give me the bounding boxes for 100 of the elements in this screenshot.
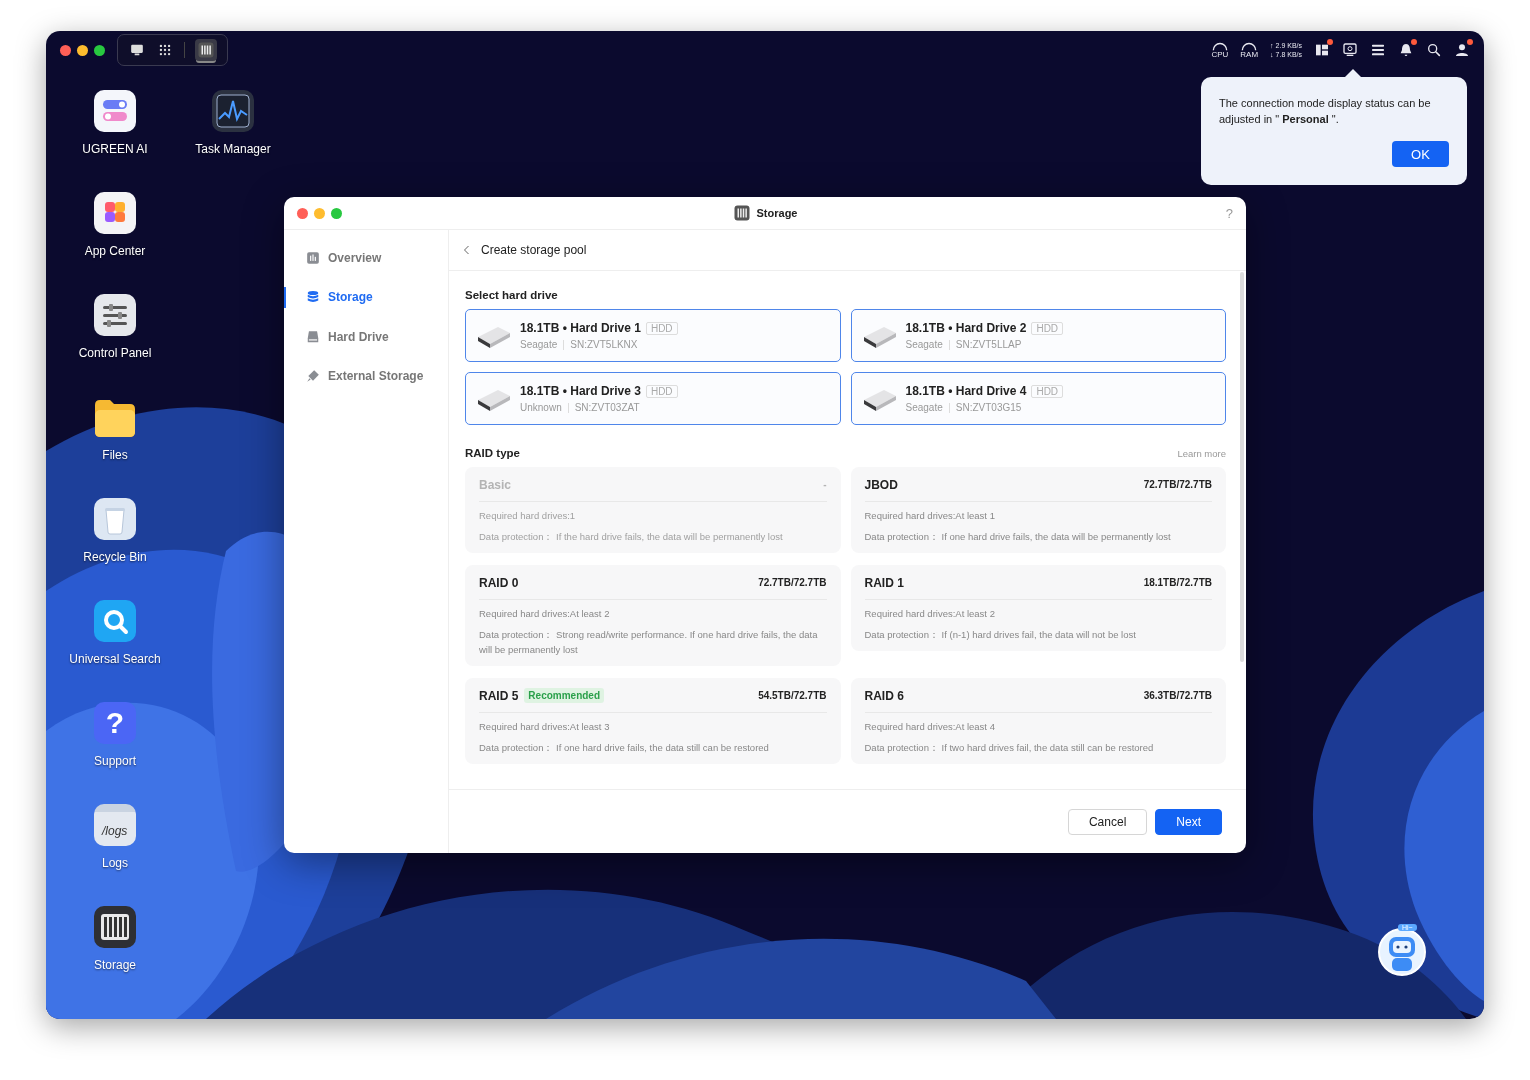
app-icon <box>93 905 137 949</box>
section-title: Select hard drive <box>465 289 559 301</box>
monitor-icon <box>1342 42 1358 58</box>
app-icon[interactable]: ? <box>94 702 136 744</box>
app-icon <box>93 89 137 133</box>
notification-dot <box>1411 39 1417 45</box>
app-label[interactable]: Files <box>102 448 128 462</box>
tray-button[interactable] <box>1426 42 1442 58</box>
drive-icon <box>306 329 320 344</box>
app-label[interactable]: Control Panel <box>78 346 152 360</box>
tray-button[interactable] <box>1398 42 1414 58</box>
required-drives-text: Required hard drives:At least 2 <box>864 607 996 621</box>
raid-option-card[interactable]: RAID 1 18.1TB/72.7TB Required hard drives:At least 2 Data protection： If (n-1) hard drives fail, the data will not be lost <box>850 565 1226 651</box>
tray-button[interactable] <box>1454 42 1470 58</box>
drive-vendor: Unknown <box>520 402 562 413</box>
scrollbar[interactable] <box>1240 272 1244 662</box>
sidebar-item[interactable]: Overview <box>284 238 448 278</box>
app-icon <box>93 599 137 643</box>
panel-icon <box>1314 42 1330 58</box>
tray-button[interactable] <box>1342 42 1358 58</box>
chart-icon <box>306 250 320 265</box>
app-icon[interactable]: /logs <box>94 804 136 846</box>
data-protection-text: Data protection： Strong read/write performance. If one hard drive fails, the data will be permanently lost <box>479 628 819 657</box>
app-label[interactable]: Logs <box>102 856 128 870</box>
sidebar-item[interactable]: Hard Drive <box>284 317 448 357</box>
raid-capacity: - <box>823 479 827 490</box>
robot-mascot-icon <box>1378 928 1426 976</box>
bell-icon <box>1398 42 1414 58</box>
raid-name: JBOD <box>864 477 898 492</box>
app-label[interactable]: App Center <box>84 244 146 258</box>
sidebar-item[interactable]: Storage <box>284 277 448 317</box>
drive-type-tag: HDD <box>645 321 678 335</box>
raid-option-card[interactable]: RAID 5 Recommended 54.5TB/72.7TB Required hard drives:At least 3 Data protection： If one hard drive fails, the data still can be restored <box>465 678 841 764</box>
app-label[interactable]: Task Manager <box>195 142 271 156</box>
notification-dot <box>1327 39 1333 45</box>
app-icon <box>211 89 255 133</box>
drive-serial: SN:ZVT03ZAT <box>574 402 640 413</box>
app-label[interactable]: Support <box>94 754 136 768</box>
drive-vendor: Seagate <box>905 402 943 413</box>
monitor-icon <box>130 43 144 57</box>
app-label[interactable]: Recycle Bin <box>83 550 147 564</box>
cpu-gauge[interactable]: CPU <box>1211 41 1229 59</box>
app-grid-icon <box>158 43 172 57</box>
sidebar-item[interactable]: External Storage <box>284 356 448 396</box>
storage-icon <box>732 204 751 222</box>
drive-type-tag: HDD <box>1031 384 1064 398</box>
search-icon <box>1426 42 1442 58</box>
required-drives-text: Required hard drives:1 <box>479 509 577 523</box>
required-drives-text: Required hard drives:At least 3 <box>479 720 611 734</box>
drive-vendor: Seagate <box>520 339 558 350</box>
next-button[interactable]: Next <box>1155 808 1222 835</box>
raid-option-card[interactable]: JBOD 72.7TB/72.7TB Required hard drives:At least 1 Data protection： If one hard drive fails, the data will be permanently lost <box>850 467 1226 553</box>
popover-text: The connection mode display status can be adjusted in " Personal ". <box>1219 96 1432 127</box>
drive-serial: SN:ZVT5LLAP <box>955 339 1022 350</box>
required-drives-text: Required hard drives:At least 4 <box>864 720 996 734</box>
raid-option-card[interactable]: RAID 6 36.3TB/72.7TB Required hard drives:At least 4 Data protection： If two hard drives fail, the data still can be restored <box>850 678 1226 764</box>
close-button[interactable] <box>297 207 308 219</box>
minimize-button[interactable] <box>77 44 88 56</box>
page-title: Create storage pool <box>481 243 587 257</box>
raid-name: RAID 5 <box>479 688 519 703</box>
drive-type-tag: HDD <box>1031 321 1064 335</box>
app-icon <box>93 497 137 541</box>
app-label[interactable]: Storage <box>94 958 136 972</box>
raid-name: Basic <box>479 477 512 492</box>
toolbar-button[interactable] <box>195 39 217 61</box>
tray-button[interactable] <box>1370 42 1386 58</box>
cancel-button[interactable]: Cancel <box>1067 808 1148 835</box>
drive-name: 18.1TB • Hard Drive 3 <box>520 384 641 398</box>
raid-option-card[interactable]: RAID 0 72.7TB/72.7TB Required hard drives:At least 2 Data protection： Strong read/write performance. If one hard drive fails, the data will be permanently lost <box>465 565 841 666</box>
raid-capacity: 36.3TB/72.7TB <box>1143 690 1212 701</box>
raid-capacity: 54.5TB/72.7TB <box>758 690 827 701</box>
cpu-label: CPU <box>1211 50 1229 59</box>
ram-gauge[interactable]: RAM <box>1240 41 1259 59</box>
raid-capacity: 72.7TB/72.7TB <box>758 577 827 588</box>
ok-button[interactable]: OK <box>1392 141 1449 167</box>
maximize-button[interactable] <box>94 44 105 56</box>
data-protection-text: Data protection： If (n-1) hard drives fail, the data will not be lost <box>864 628 1137 642</box>
data-protection-text: Data protection： If one hard drive fails, the data will be permanently lost <box>864 530 1172 544</box>
drive-type-tag: HDD <box>645 384 678 398</box>
notification-dot <box>1467 39 1473 45</box>
gauge-icon <box>1241 41 1258 51</box>
drive-serial: SN:ZVT03G15 <box>955 402 1022 413</box>
window-title: Storage <box>756 207 798 219</box>
app-icon <box>93 293 137 337</box>
data-protection-text: Data protection： If two hard drives fail, the data still can be restored <box>864 741 1155 755</box>
usb-icon <box>306 369 320 384</box>
app-label[interactable]: Universal Search <box>69 652 161 666</box>
drive-card[interactable]: 18.1TB • Hard Drive 3 HDD Unknown SN:ZVT03ZAT <box>465 372 841 425</box>
tray-button[interactable] <box>1314 42 1330 58</box>
ram-label: RAM <box>1240 50 1259 59</box>
drive-card[interactable]: 18.1TB • Hard Drive 2 HDD Seagate SN:ZVT5LLAP <box>850 309 1226 362</box>
close-button[interactable] <box>60 44 71 56</box>
drive-serial: SN:ZVT5LKNX <box>570 339 638 350</box>
drive-card[interactable]: 18.1TB • Hard Drive 1 HDD Seagate SN:ZVT5LKNX <box>465 309 841 362</box>
section-title: RAID type <box>465 447 520 459</box>
app-label[interactable]: UGREEN AI <box>82 142 148 156</box>
data-protection-text: Data protection： If one hard drive fails, the data still can be restored <box>479 741 770 755</box>
storage-icon <box>197 41 215 59</box>
gauge-icon <box>1211 41 1228 51</box>
drive-card[interactable]: 18.1TB • Hard Drive 4 HDD Seagate SN:ZVT03G15 <box>850 372 1226 425</box>
